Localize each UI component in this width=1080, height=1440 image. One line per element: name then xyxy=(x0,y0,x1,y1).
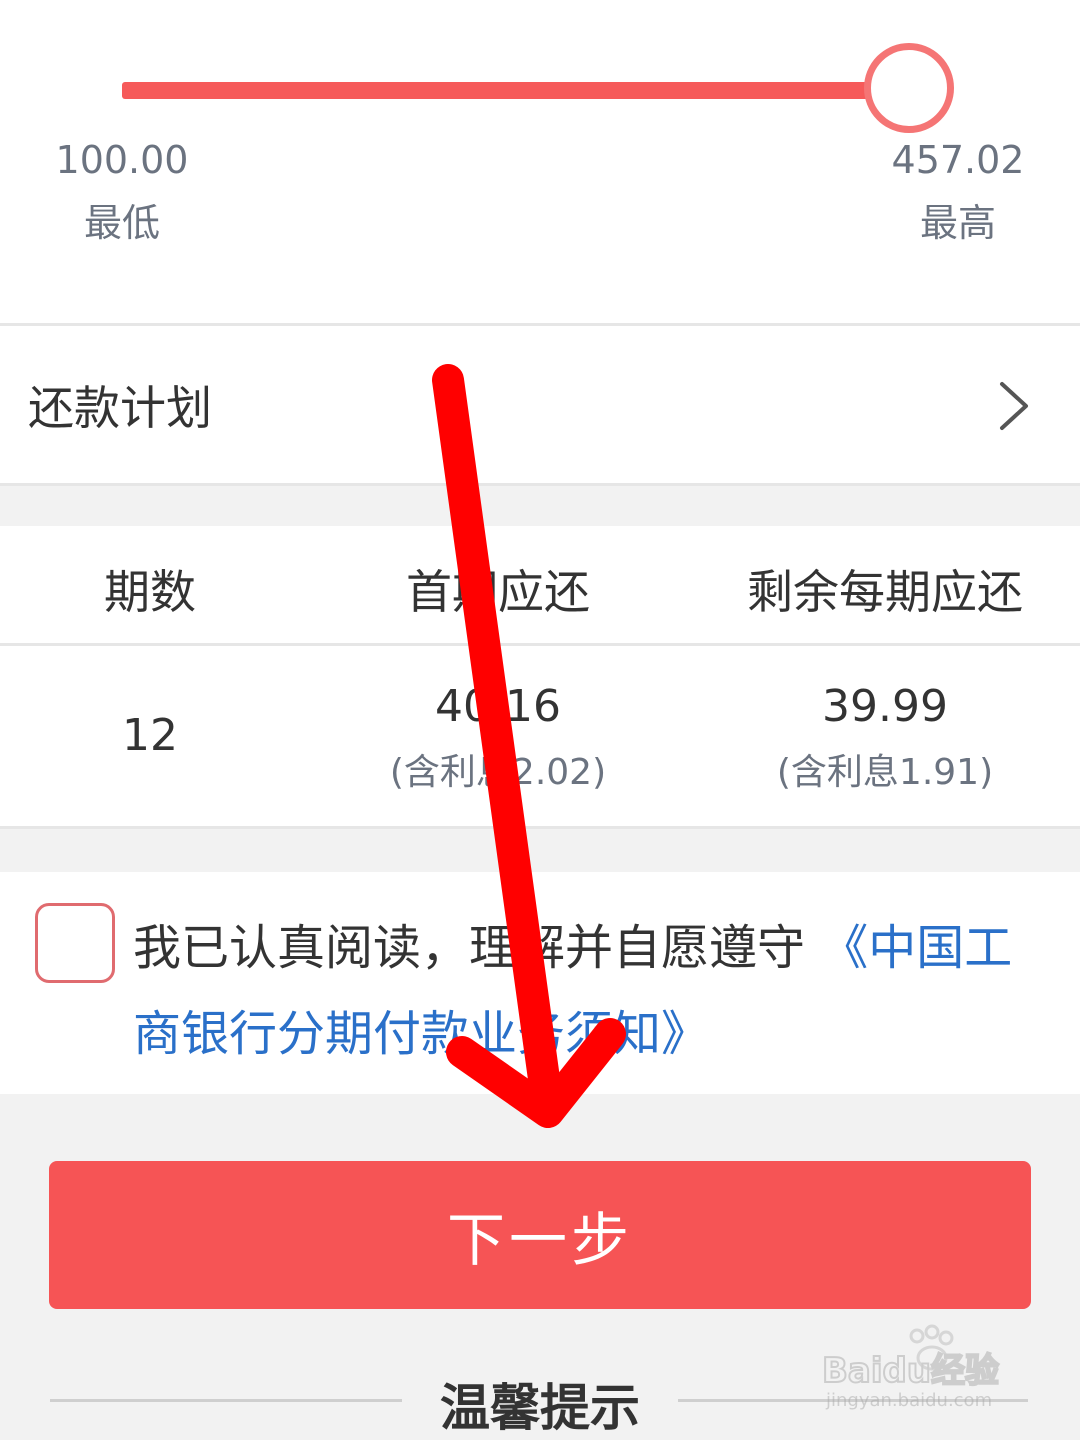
watermark-url: jingyan.baidu.com xyxy=(825,1390,992,1411)
next-step-button[interactable]: 下一步 xyxy=(49,1161,1031,1309)
watermark-text: Baidu经验 xyxy=(822,1351,999,1391)
agreement-text: 我已认真阅读，理解并自愿遵守 《中国工商银行分期付款业务须知》 xyxy=(133,905,1033,1077)
baidu-paw-icon: Baidu经验 jingyan.baidu.com xyxy=(821,1324,1000,1411)
cell-periods: 12 xyxy=(122,710,178,761)
cell-remaining-amount: 39.99 xyxy=(822,681,948,732)
baidu-watermark: Baidu经验 jingyan.baidu.com xyxy=(821,1322,1022,1412)
cell-remaining-interest: (含利息1.91) xyxy=(776,752,994,793)
slider-min-caption: 最低 xyxy=(83,201,160,245)
header-remaining-payment: 剩余每期应还 xyxy=(747,565,1023,619)
tips-title: 温馨提示 xyxy=(440,1379,640,1437)
slider-thumb[interactable] xyxy=(864,43,954,133)
slider-track[interactable] xyxy=(122,82,908,99)
divider xyxy=(0,643,1080,646)
divider xyxy=(0,483,1080,486)
tips-divider-left xyxy=(50,1399,402,1402)
slider-max-caption: 最高 xyxy=(919,201,996,245)
repayment-plan-label: 还款计划 xyxy=(28,381,212,435)
header-periods: 期数 xyxy=(104,565,196,619)
cell-first-amount: 40.16 xyxy=(435,681,561,732)
divider xyxy=(0,826,1080,829)
header-first-payment: 首期应还 xyxy=(406,565,590,619)
agreement-statement: 我已认真阅读，理解并自愿遵守 xyxy=(133,920,806,976)
agreement-checkbox[interactable] xyxy=(35,903,115,983)
slider-max-value: 457.02 xyxy=(891,138,1025,182)
slider-min-value: 100.00 xyxy=(55,138,189,182)
cell-first-interest: (含利息2.02) xyxy=(389,752,607,793)
chevron-right-icon xyxy=(1000,382,1028,430)
